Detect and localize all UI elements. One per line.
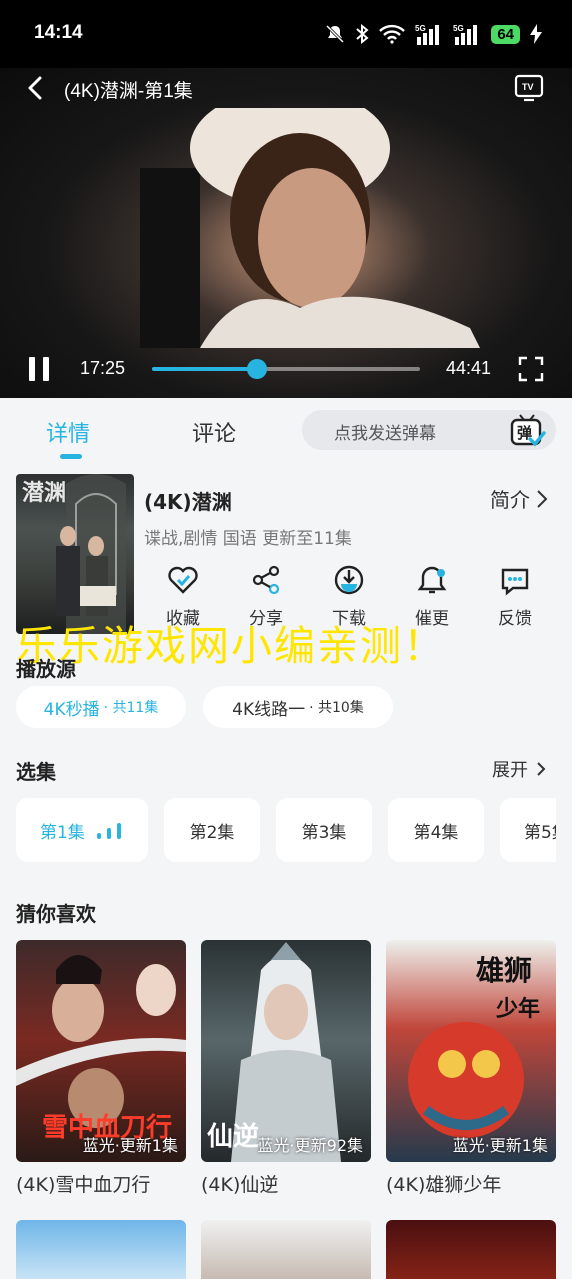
feedback-button[interactable]: 反馈: [483, 560, 547, 629]
recommendation-card[interactable]: 雄狮 少年 蓝光·更新1集 (4K)雄狮少年: [386, 940, 556, 1197]
wifi-icon: [379, 24, 406, 44]
recommendation-thumbnail[interactable]: [386, 1220, 556, 1279]
now-playing-bars-icon: [96, 823, 121, 839]
favorite-heart-icon: [168, 566, 198, 594]
video-title: (4K)潜渊-第1集: [64, 81, 193, 102]
danmaku-placeholder: 点我发送弹幕: [334, 424, 436, 444]
show-meta: 谍战,剧情 国语 更新至11集: [144, 529, 352, 549]
episode-list[interactable]: 第1集 第2集 第3集 第4集 第5集: [16, 798, 556, 864]
back-arrow-icon[interactable]: [24, 76, 48, 100]
recommendation-title: (4K)仙逆: [201, 1174, 279, 1196]
episodes-title: 选集: [16, 760, 56, 784]
episode-label: 第1集: [40, 822, 85, 843]
expand-label: 展开: [492, 760, 528, 781]
charging-icon: [530, 24, 542, 44]
source-count: · 共11集: [103, 700, 159, 716]
show-title: (4K)潜渊: [144, 490, 232, 514]
danmaku-input[interactable]: 点我发送弹幕 弹: [302, 410, 556, 450]
total-time: 44:41: [446, 358, 492, 378]
recommendation-thumbnail: 雪中血刀行 蓝光·更新1集: [16, 940, 186, 1162]
recommendation-card[interactable]: 仙逆 蓝光·更新92集 (4K)仙逆: [201, 940, 371, 1197]
status-time: 14:14: [34, 22, 83, 43]
video-top-bar: (4K)潜渊-第1集 TV: [0, 68, 572, 108]
status-icons: 5G 5G 64: [325, 20, 542, 48]
video-frame: [0, 88, 572, 348]
progress-slider[interactable]: [152, 359, 420, 379]
battery-indicator: 64: [491, 24, 520, 44]
watermark-text: 乐乐游戏网小编亲测！: [16, 622, 446, 670]
source-count: · 共10集: [309, 700, 364, 716]
synopsis-label: 简介: [490, 488, 530, 512]
sources-title: 播放源: [16, 657, 76, 681]
synopsis-link[interactable]: 简介: [490, 484, 548, 513]
current-time: 17:25: [80, 358, 126, 378]
tv-cast-icon[interactable]: TV: [514, 74, 544, 102]
recommendation-badge: 蓝光·更新1集: [452, 1136, 548, 1155]
chevron-right-icon: [537, 489, 548, 508]
source-chip-4k-fast[interactable]: 4K秒播 · 共11集: [16, 686, 186, 728]
show-poster[interactable]: 潜渊: [16, 474, 134, 634]
5g-signal-icon: 5G: [453, 24, 478, 45]
episode-item[interactable]: 第2集: [164, 798, 260, 862]
fullscreen-icon[interactable]: [518, 356, 544, 382]
bell-icon: [417, 566, 447, 594]
recommendation-title: (4K)雪中血刀行: [16, 1174, 151, 1196]
source-chip-4k-line1[interactable]: 4K线路一 · 共10集: [203, 686, 393, 728]
recommendation-thumbnail: 雄狮 少年 蓝光·更新1集: [386, 940, 556, 1162]
tab-details[interactable]: 详情: [46, 416, 90, 448]
tab-active-indicator: [60, 454, 82, 459]
status-bar: 14:14 5G 5G 64: [0, 0, 572, 68]
episode-item[interactable]: 第4集: [388, 798, 484, 862]
recommendations-title: 猜你喜欢: [16, 902, 96, 926]
source-name: 4K秒播: [43, 699, 100, 720]
tab-comments[interactable]: 评论: [192, 416, 236, 448]
svg-text:5G: 5G: [453, 24, 464, 33]
svg-text:5G: 5G: [415, 24, 426, 33]
pause-icon[interactable]: [28, 356, 50, 382]
recommendation-thumbnail[interactable]: [16, 1220, 186, 1279]
video-player[interactable]: (4K)潜渊-第1集 TV 17:25 44:41: [0, 68, 572, 398]
detail-tabs: 详情 评论 点我发送弹幕 弹: [0, 398, 572, 464]
feedback-label: 反馈: [498, 609, 532, 629]
chevron-right-icon: [537, 762, 546, 776]
expand-episodes-link[interactable]: 展开: [492, 756, 546, 782]
poster-title: 潜渊: [22, 481, 66, 506]
progress-thumb[interactable]: [246, 359, 267, 379]
source-name: 4K线路一: [232, 699, 306, 720]
screen: 14:14 5G 5G 64 (4K)潜渊-第1集 TV 17:25 44:41…: [0, 0, 572, 1279]
share-icon: [252, 565, 280, 595]
svg-text:仙逆: 仙逆: [207, 1121, 259, 1152]
svg-text:TV: TV: [522, 82, 534, 92]
progress-fill: [152, 367, 257, 371]
download-icon: [334, 565, 364, 595]
bluetooth-icon: [356, 24, 369, 44]
recommendation-badge: 蓝光·更新1集: [82, 1136, 178, 1155]
danmaku-toggle-icon[interactable]: 弹: [508, 411, 546, 449]
recommendation-thumbnail: 仙逆 蓝光·更新92集: [201, 940, 371, 1162]
recommendation-title: (4K)雄狮少年: [386, 1174, 502, 1196]
recommendation-card[interactable]: 雪中血刀行 蓝光·更新1集 (4K)雪中血刀行: [16, 940, 186, 1197]
video-controls: 17:25 44:41: [0, 338, 572, 398]
5g-signal-icon: 5G: [415, 24, 440, 45]
recommendation-thumbnail[interactable]: [201, 1220, 371, 1279]
episode-item[interactable]: 第3集: [276, 798, 372, 862]
feedback-icon: [501, 568, 529, 596]
episode-item[interactable]: 第1集: [16, 798, 148, 862]
svg-text:雄狮: 雄狮: [475, 954, 532, 987]
episode-item[interactable]: 第5集: [500, 798, 556, 862]
mute-icon: [326, 24, 345, 44]
svg-text:少年: 少年: [495, 996, 540, 1022]
recommendation-badge: 蓝光·更新92集: [257, 1136, 363, 1155]
